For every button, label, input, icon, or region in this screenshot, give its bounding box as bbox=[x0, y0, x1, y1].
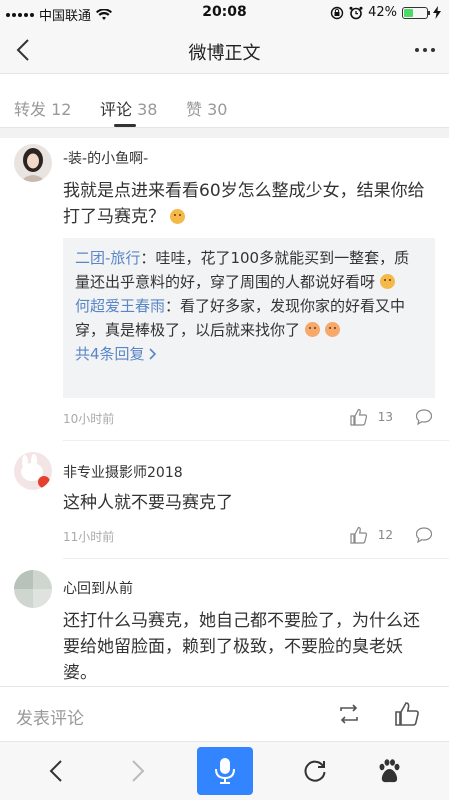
reply-separator: ： bbox=[140, 249, 156, 267]
more-replies-link[interactable]: 共4条回复 bbox=[75, 342, 423, 366]
tab-comments-label: 评论 bbox=[100, 100, 133, 119]
alarm-icon bbox=[349, 6, 363, 19]
section-gap bbox=[0, 128, 449, 138]
tab-comments[interactable]: 评论 38 bbox=[100, 96, 157, 120]
page-title: 微博正文 bbox=[188, 43, 261, 64]
tab-reposts-label: 转发 bbox=[14, 100, 47, 119]
comment-text: 这种人就不要马赛克了 bbox=[63, 493, 233, 513]
divider bbox=[63, 440, 449, 441]
tab-likes[interactable]: 赞 30 bbox=[186, 96, 227, 120]
battery-percent: 42% bbox=[368, 5, 397, 20]
voice-button[interactable] bbox=[197, 747, 253, 795]
comment-text: 我就是点进来看看60岁怎么整成少女，结果你给打了马赛克？ bbox=[63, 178, 435, 230]
like-count: 12 bbox=[377, 528, 393, 542]
reply-item: 二团-旅行：哇哇，花了100多就能买到一整套，质量还出乎意料的好，穿了周围的人都… bbox=[75, 246, 423, 294]
comment-time: 10小时前 bbox=[63, 412, 115, 426]
like-count: 13 bbox=[377, 410, 393, 424]
comment-author[interactable]: 心回到从前 bbox=[63, 578, 133, 598]
reply-box: 二团-旅行：哇哇，花了100多就能买到一整套，质量还出乎意料的好，穿了周围的人都… bbox=[63, 238, 435, 398]
battery-level bbox=[404, 8, 414, 17]
charging-icon bbox=[433, 6, 441, 19]
reply-separator: ： bbox=[165, 297, 181, 315]
comment-icon[interactable] bbox=[415, 408, 433, 426]
tabs: 转发 12 评论 38 赞 30 bbox=[0, 84, 449, 128]
divider bbox=[63, 558, 449, 559]
comment-input[interactable]: 发表评论 bbox=[16, 704, 84, 729]
comment-input-bar: 发表评论 bbox=[0, 686, 449, 742]
avatar[interactable] bbox=[14, 452, 52, 490]
emoji-icon bbox=[379, 274, 395, 289]
baidu-paw-icon[interactable] bbox=[376, 758, 402, 784]
repost-icon[interactable] bbox=[336, 701, 362, 727]
tab-likes-label: 赞 bbox=[186, 100, 203, 119]
active-tab-indicator bbox=[114, 124, 136, 127]
browser-forward-icon[interactable] bbox=[124, 758, 150, 784]
like-icon[interactable] bbox=[394, 701, 420, 727]
browser-back-icon[interactable] bbox=[44, 758, 70, 784]
avatar[interactable] bbox=[14, 570, 52, 608]
comment-author[interactable]: -装-的小鱼啊- bbox=[63, 148, 148, 168]
more-icon[interactable] bbox=[413, 36, 437, 64]
status-right: 42% bbox=[330, 5, 441, 20]
nav-bar: 微博正文 bbox=[0, 26, 449, 74]
comment-actions: 13 bbox=[350, 408, 433, 426]
emoji-icon bbox=[324, 322, 340, 337]
comment-text-content: 我就是点进来看看60岁怎么整成少女，结果你给打了马赛克？ bbox=[63, 181, 425, 227]
chevron-right-icon bbox=[149, 348, 157, 360]
status-bar: 中国联通 20:08 42% bbox=[0, 0, 449, 26]
comment-time: 11小时前 bbox=[63, 530, 115, 544]
tab-reposts[interactable]: 转发 12 bbox=[14, 96, 71, 120]
microphone-icon bbox=[215, 758, 235, 784]
comment-actions: 12 bbox=[350, 526, 433, 544]
browser-toolbar bbox=[0, 742, 449, 800]
rotation-lock-icon bbox=[330, 6, 344, 19]
avatar[interactable] bbox=[14, 144, 52, 182]
like-icon[interactable] bbox=[350, 408, 368, 426]
reply-item: 何超爱王春雨：看了好多家，发现你家的好看又中穿，真是棒极了，以后就来找你了 bbox=[75, 294, 423, 342]
comment-icon[interactable] bbox=[415, 526, 433, 544]
more-replies-label: 共4条回复 bbox=[75, 345, 145, 363]
comment-author[interactable]: 非专业摄影师2018 bbox=[63, 462, 183, 482]
emoji-icon bbox=[304, 322, 320, 337]
tab-likes-count: 30 bbox=[207, 100, 228, 119]
upside-down-smile-icon bbox=[170, 209, 186, 224]
refresh-icon[interactable] bbox=[302, 758, 328, 784]
comment-text: 还打什么马赛克，她自己都不要脸了，为什么还要给她留脸面，赖到了极致，不要脸的臭老… bbox=[63, 611, 420, 683]
reply-author[interactable]: 何超爱王春雨 bbox=[75, 297, 165, 315]
like-icon[interactable] bbox=[350, 526, 368, 544]
tab-comments-count: 38 bbox=[137, 100, 158, 119]
tab-reposts-count: 12 bbox=[51, 100, 72, 119]
battery-icon bbox=[402, 6, 430, 19]
reply-author[interactable]: 二团-旅行 bbox=[75, 249, 140, 267]
